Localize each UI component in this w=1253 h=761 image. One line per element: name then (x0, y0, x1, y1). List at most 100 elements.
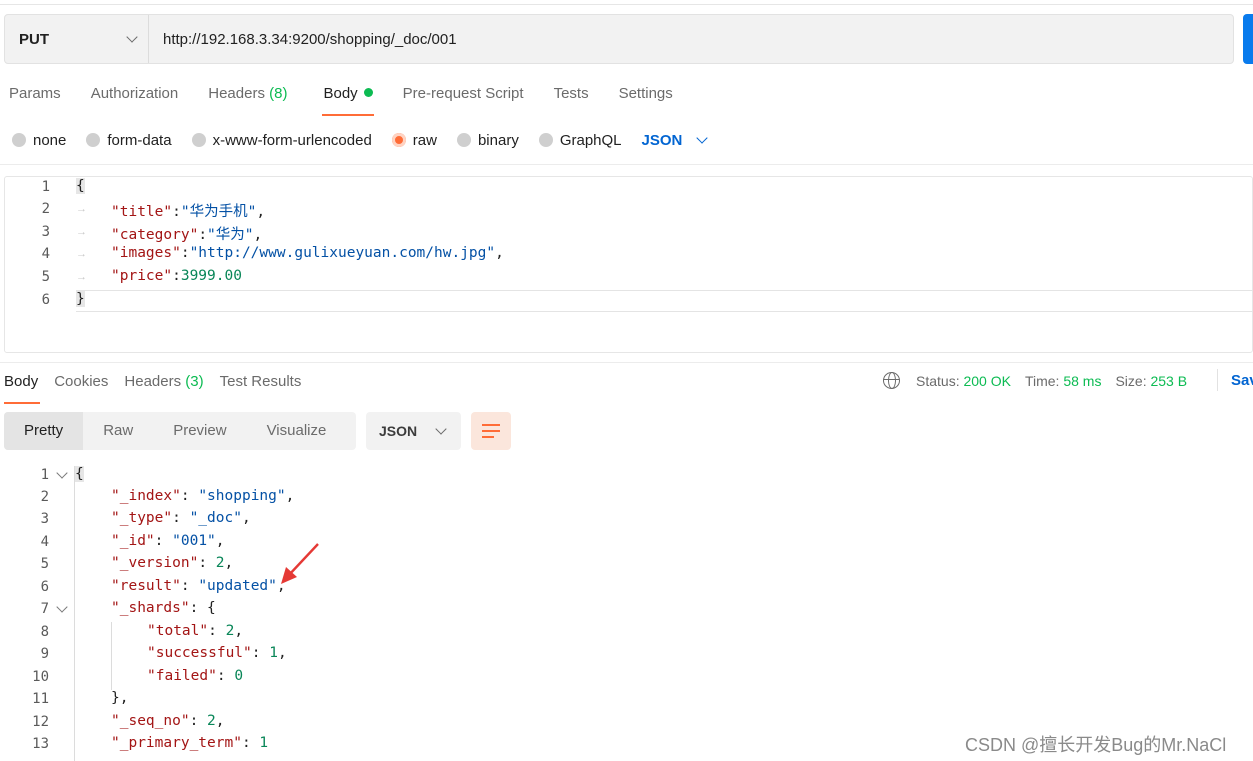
fold-chevron-icon[interactable] (56, 601, 68, 613)
json-value: 1 (259, 735, 269, 751)
code-line: "_index": "shopping", (111, 488, 295, 504)
response-tab-headers[interactable]: Headers (3) (120, 370, 209, 404)
red-arrow-annotation (281, 543, 319, 584)
view-raw-button[interactable]: Raw (83, 412, 153, 450)
current-line-highlight (76, 290, 1253, 312)
code-line: "_id": "001", (111, 533, 225, 549)
radio-circle (86, 133, 101, 147)
json-key: "_seq_no" (111, 713, 190, 729)
line-number: 1 (41, 179, 50, 195)
json-key: "_primary_term" (111, 735, 242, 751)
tab-label: Params (9, 85, 61, 102)
size-value[interactable]: 253 B (1150, 373, 1187, 389)
response-tab-cookies[interactable]: Cookies (50, 370, 114, 404)
tab-label: Headers (208, 85, 265, 102)
radio-urlencoded[interactable]: x-www-form-urlencoded (191, 132, 372, 149)
code-line: "_seq_no": 2, (111, 713, 225, 729)
line-number: 13 (32, 736, 49, 752)
wrap-lines-button[interactable] (471, 412, 511, 450)
code-line: "images":"http://www.gulixueyuan.com/hw.… (111, 245, 504, 261)
json-key: "failed" (147, 668, 217, 684)
url-input[interactable]: http://192.168.3.34:9200/shopping/_doc/0… (149, 31, 457, 48)
response-format-select[interactable]: JSON (366, 412, 461, 450)
code-line: "result": "updated", (111, 578, 286, 594)
json-value: 2 (207, 713, 216, 729)
watermark: CSDN @擅长开发Bug的Mr.NaCl (965, 735, 1227, 755)
view-mode-toggle: Pretty Raw Preview Visualize (4, 412, 356, 450)
view-visualize-button[interactable]: Visualize (247, 412, 347, 450)
json-key: "result" (111, 578, 181, 594)
line-number: 2 (40, 489, 49, 505)
line-number: 4 (40, 534, 49, 550)
status-divider (1217, 369, 1218, 391)
line-number: 8 (40, 624, 49, 640)
open-brace: { (75, 466, 84, 482)
body-type-options: none form-data x-www-form-urlencoded raw… (12, 128, 709, 152)
response-tab-body[interactable]: Body (0, 370, 44, 404)
json-value: 3999.00 (180, 268, 242, 284)
wrap-lines-icon (482, 424, 500, 438)
body-format-select[interactable]: JSON (641, 131, 709, 149)
json-sep: , (495, 245, 504, 261)
json-sep: : (198, 227, 208, 243)
radio-none[interactable]: none (12, 132, 66, 149)
json-key: "_type" (111, 510, 173, 526)
json-value: "http://www.gulixueyuan.com/hw.jpg" (189, 245, 496, 261)
json-sep: : (172, 204, 181, 220)
code-line: "title":"华为手机", (111, 200, 265, 221)
code-line: "successful": 1, (147, 645, 287, 661)
status-value[interactable]: 200 OK (963, 373, 1010, 389)
send-button[interactable] (1243, 14, 1253, 64)
line-number: 2 (41, 201, 50, 217)
radio-raw[interactable]: raw (391, 131, 437, 149)
tab-settings[interactable]: Settings (610, 82, 682, 116)
code-line: "total": 2, (147, 623, 244, 639)
indent-guide (111, 622, 112, 690)
line-number: 3 (40, 511, 49, 527)
line-number: 6 (41, 292, 50, 308)
response-tab-test-results[interactable]: Test Results (216, 370, 308, 404)
headers-count: (3) (185, 373, 204, 390)
time-value[interactable]: 58 ms (1063, 373, 1101, 389)
radio-circle (191, 133, 206, 147)
json-value: "updated" (198, 578, 277, 594)
response-status: Status: 200 OK Time: 58 ms Size: 253 B (883, 372, 1201, 389)
fold-chevron-icon[interactable] (56, 467, 68, 479)
tab-tests[interactable]: Tests (545, 82, 598, 116)
line-number: 10 (32, 669, 49, 685)
close-brace: } (76, 291, 85, 307)
tab-body[interactable]: Body (314, 82, 381, 116)
chevron-down-icon (126, 31, 138, 43)
radio-binary[interactable]: binary (456, 132, 519, 149)
size-label: Size: (1115, 372, 1147, 389)
view-preview-button[interactable]: Preview (153, 412, 246, 450)
save-response-button[interactable]: Sav (1231, 372, 1253, 389)
json-sep: : (172, 268, 181, 284)
tab-headers[interactable]: Headers (8) (199, 82, 296, 116)
line-number: 4 (41, 246, 50, 262)
globe-icon[interactable] (883, 372, 900, 389)
radio-form-data[interactable]: form-data (86, 132, 172, 149)
tab-label: Authorization (90, 85, 179, 102)
method-select[interactable]: PUT (5, 15, 149, 63)
json-key: "successful" (147, 645, 252, 661)
code-line: { (76, 178, 85, 194)
tab-pre-request-script[interactable]: Pre-request Script (394, 82, 533, 116)
radio-label: raw (412, 131, 437, 149)
json-value: 0 (234, 668, 244, 684)
tab-label: Body (4, 373, 39, 390)
radio-graphql[interactable]: GraphQL (538, 132, 622, 149)
tab-authorization[interactable]: Authorization (82, 82, 188, 116)
section-divider (0, 362, 1253, 363)
code-line: "_primary_term": 1 (111, 735, 269, 751)
code-line: "category":"华为", (111, 223, 262, 244)
view-pretty-button[interactable]: Pretty (4, 412, 84, 450)
line-number: 3 (41, 224, 50, 240)
format-label: JSON (641, 131, 683, 149)
body-indicator-dot (363, 88, 373, 97)
radio-circle (456, 133, 471, 147)
tab-arrow-icon: → (76, 203, 87, 215)
open-brace: { (76, 178, 85, 194)
json-key: "_shards" (111, 600, 190, 616)
tab-params[interactable]: Params (0, 82, 70, 116)
